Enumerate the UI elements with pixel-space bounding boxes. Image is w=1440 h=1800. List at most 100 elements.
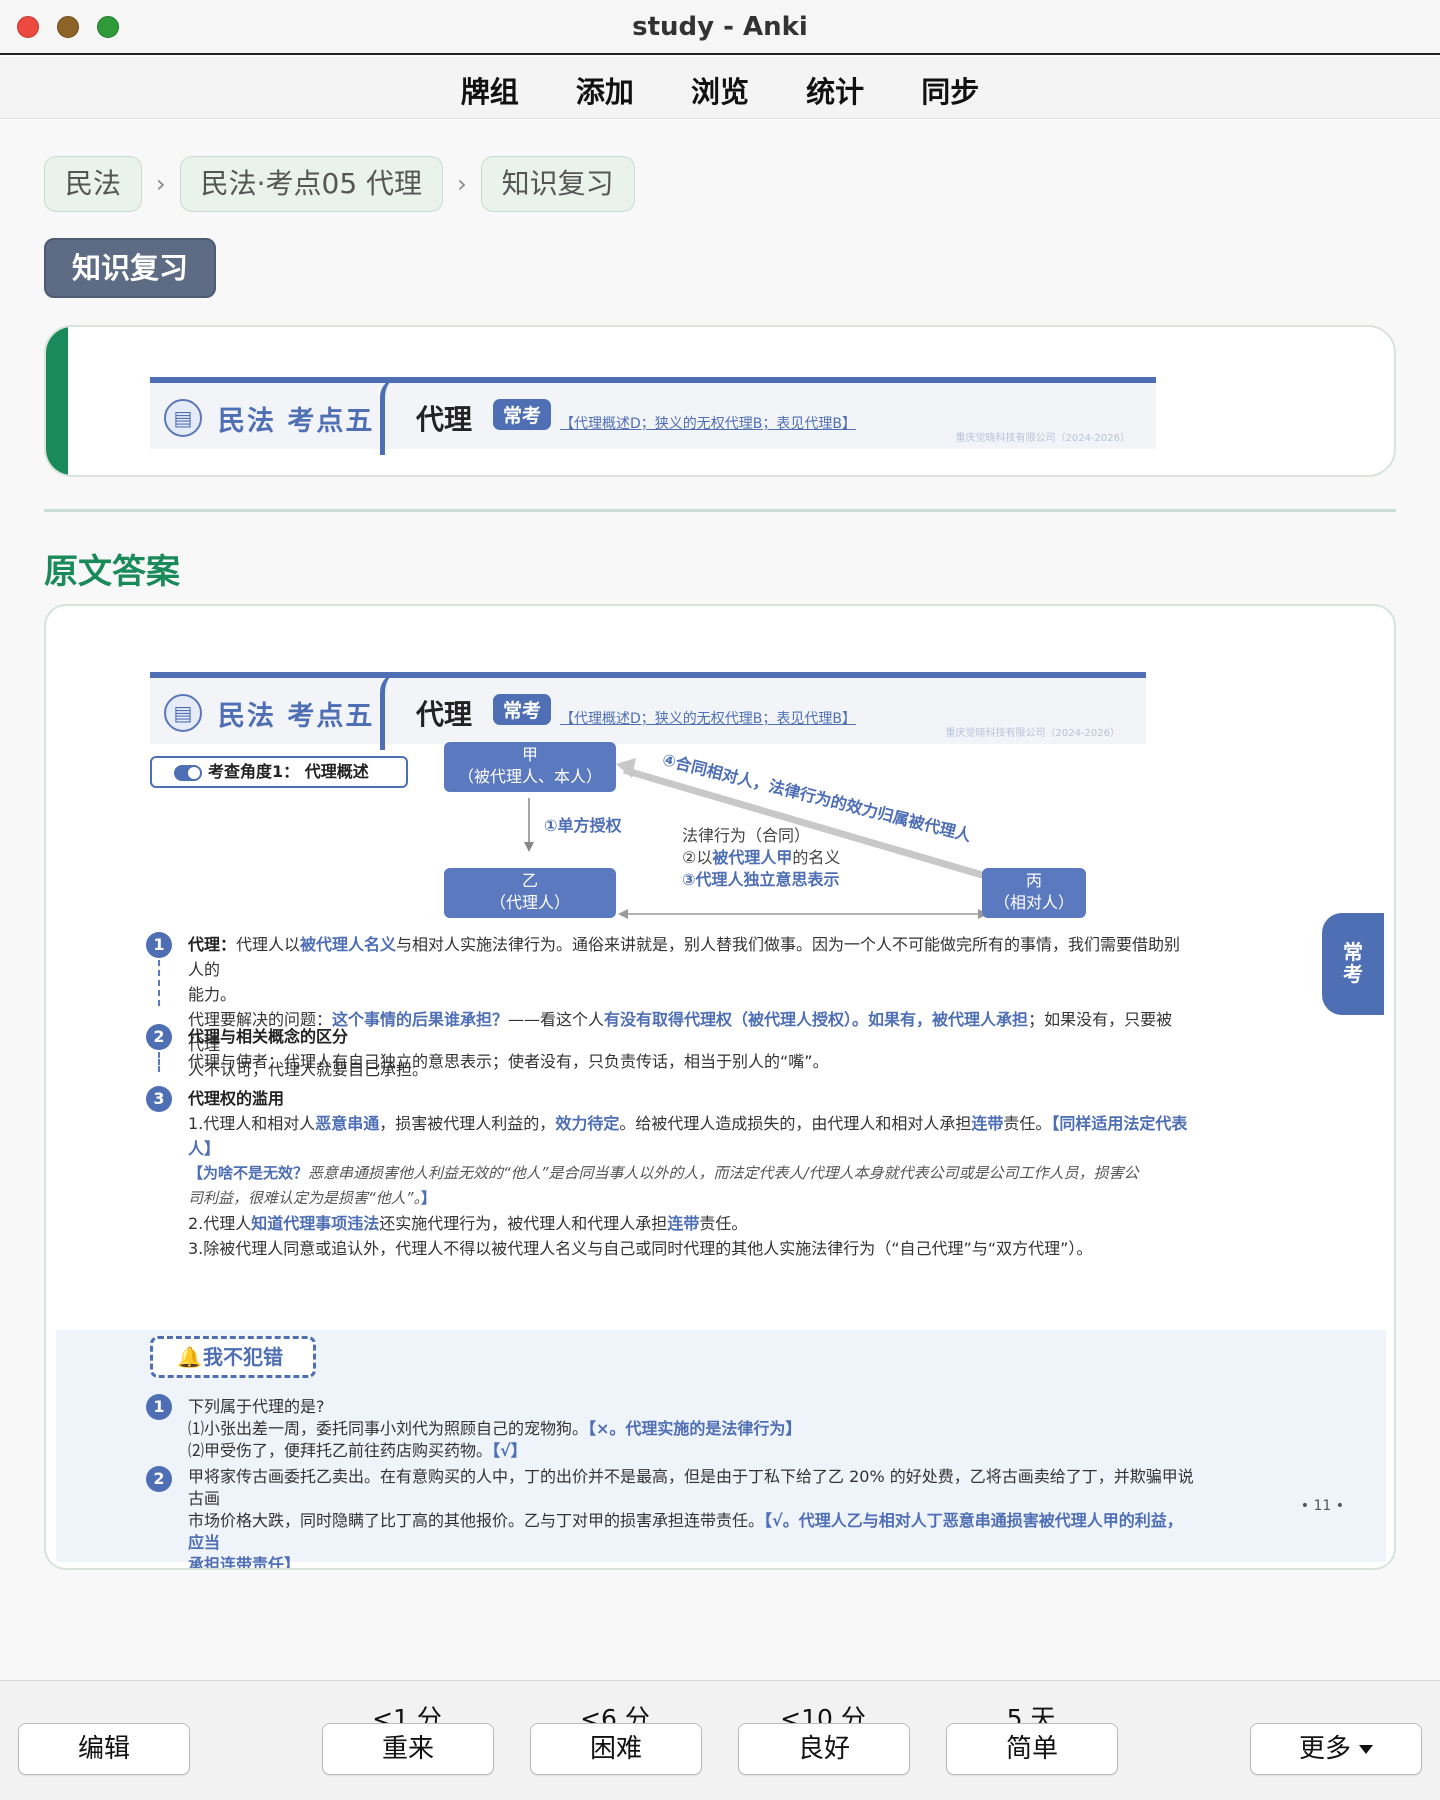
page-number: • 11 • bbox=[1300, 1498, 1344, 1514]
question-card: ▤ 民法 考点五 代理 常考 【代理概述D；狭义的无权代理B；表见代理B】 重庆… bbox=[44, 325, 1396, 477]
again-button[interactable]: 重来 bbox=[322, 1723, 494, 1775]
quiz-question-text: 下列属于代理的是? bbox=[188, 1397, 325, 1416]
node-principal-sub: （被代理人、本人） bbox=[457, 767, 602, 786]
text-run: 。给被代理人造成损失的，由代理人和相对人承担 bbox=[619, 1114, 972, 1133]
quiz-number: 2 bbox=[146, 1466, 172, 1492]
breadcrumb-item: 民法·考点05 代理 bbox=[179, 156, 444, 212]
point-connector bbox=[158, 1052, 160, 1072]
hard-button[interactable]: 困难 bbox=[530, 1723, 702, 1775]
quiz-question-1: 下列属于代理的是? ⑴小张出差一周，委托同事小刘代为照顾自己的宠物狗。【×。代理… bbox=[188, 1396, 1188, 1462]
act-name: ②以被代理人甲的名义 bbox=[682, 844, 840, 868]
toolbar-add[interactable]: 添加 bbox=[576, 69, 634, 111]
side-tab-char: 常 bbox=[1343, 940, 1363, 964]
main-toolbar: 牌组 添加 浏览 统计 同步 bbox=[0, 57, 1440, 119]
node-counterparty-sub: （相对人） bbox=[993, 893, 1074, 912]
point-1-term: 代理： bbox=[188, 935, 237, 954]
node-principal-title: 甲 bbox=[521, 745, 538, 764]
point-2-line: 代理与使者：代理人有自己独立的意思表示；使者没有，只负责传话，相当于别人的“嘴”… bbox=[188, 1052, 829, 1071]
banner-note: 【代理概述D；狭义的无权代理B；表见代理B】 bbox=[560, 416, 856, 432]
good-button[interactable]: 良好 bbox=[738, 1723, 910, 1775]
node-agent-title: 乙 bbox=[521, 871, 538, 890]
node-counterparty-title: 丙 bbox=[1025, 871, 1042, 890]
breadcrumb-item: 知识复习 bbox=[480, 156, 635, 212]
card-tag: 知识复习 bbox=[44, 238, 216, 298]
highlight: 被代理人名义 bbox=[300, 935, 397, 954]
node-agent-sub: （代理人） bbox=[489, 893, 570, 912]
toolbar-sync[interactable]: 同步 bbox=[921, 69, 979, 111]
card-view: 民法 › 民法·考点05 代理 › 知识复习 知识复习 ▤ 民法 考点五 代理 … bbox=[0, 120, 1440, 1680]
quiz-answer: 承担连带责任】 bbox=[188, 1555, 301, 1570]
text-run: 1.代理人和相对人 bbox=[188, 1114, 316, 1133]
answer-divider bbox=[44, 509, 1396, 512]
breadcrumb-separator: › bbox=[457, 170, 467, 198]
arrow-head bbox=[524, 842, 534, 852]
point-3-heading: 代理权的滥用 bbox=[188, 1089, 285, 1108]
book-icon: ▤ bbox=[164, 399, 202, 437]
highlight: 连带 bbox=[971, 1114, 1004, 1133]
point-number: 2 bbox=[146, 1024, 172, 1050]
step-authorize: ①单方授权 bbox=[544, 816, 622, 835]
section-title: 原文答案 bbox=[44, 552, 180, 592]
point-3-line: 1.代理人和相对人恶意串通，损害被代理人利益的，效力待定。给被代理人造成损失的，… bbox=[188, 1111, 1208, 1161]
answer-card: ▤ 民法 考点五 代理 常考 【代理概述D；狭义的无权代理B；表见代理B】 重庆… bbox=[44, 604, 1396, 1570]
breadcrumb-separator: › bbox=[156, 170, 166, 198]
window-title: study - Anki bbox=[632, 12, 808, 42]
title-bar: study - Anki bbox=[0, 0, 1440, 55]
easy-button[interactable]: 简单 bbox=[946, 1723, 1118, 1775]
point-2-heading: 代理与相关概念的区分 bbox=[188, 1027, 349, 1046]
italic-note: 司利益，很难认定为是损害“他人”。 bbox=[188, 1189, 422, 1207]
act-name-principal: 被代理人甲 bbox=[712, 848, 793, 867]
banner-divider bbox=[380, 377, 400, 455]
text-run: 还实施代理行为，被代理人和代理人承担 bbox=[379, 1214, 668, 1233]
topic-banner: ▤ 民法 考点五 代理 常考 【代理概述D；狭义的无权代理B；表见代理B】 重庆… bbox=[150, 377, 1156, 455]
toolbar-browse[interactable]: 浏览 bbox=[691, 69, 749, 111]
text-run: 市场价格大跌，同时隐瞒了比丁高的其他报价。乙与丁对甲的损害承担连带责任。 bbox=[188, 1511, 765, 1530]
point-3-title: 代理权的滥用 bbox=[188, 1086, 1208, 1111]
quiz-question-text: 承担连带责任】 bbox=[188, 1554, 1198, 1570]
act-name-suffix: 的名义 bbox=[792, 848, 841, 867]
node-principal: 甲 （被代理人、本人） bbox=[444, 742, 616, 792]
banner-copyright: 重庆觉晓科技有限公司（2024-2026） bbox=[955, 433, 1130, 444]
point-connector bbox=[158, 960, 160, 1006]
card-accent-bar bbox=[46, 327, 68, 475]
point-3-line: 2.代理人知道代理事项违法还实施代理行为，被代理人和代理人承担连带责任。 bbox=[188, 1211, 1208, 1236]
quiz-answer: 【×。代理实施的是法律行为】 bbox=[588, 1419, 802, 1438]
highlight: 恶意串通 bbox=[315, 1114, 380, 1133]
text-run: ⑵甲受伤了，便拜托乙前往药店购买药物。 bbox=[188, 1441, 493, 1460]
toolbar-stats[interactable]: 统计 bbox=[806, 69, 864, 111]
quiz-question-2: 甲将家传古画委托乙卖出。在有意购买的人中，丁的出价并不是最高，但是由于丁私下给了… bbox=[188, 1466, 1198, 1570]
quiz-question-text: 甲将家传古画委托乙卖出。在有意购买的人中，丁的出价并不是最高，但是由于丁私下给了… bbox=[188, 1467, 1194, 1508]
point-3-line: 3.除被代理人同意或追认外，代理人不得以被代理人名义与自己或同时代理的其他人实施… bbox=[188, 1239, 1093, 1258]
highlight: 】 bbox=[421, 1189, 437, 1207]
node-agent: 乙 （代理人） bbox=[444, 868, 616, 918]
point-3-text: 代理权的滥用 1.代理人和相对人恶意串通，损害被代理人利益的，效力待定。给被代理… bbox=[188, 1086, 1208, 1261]
more-button[interactable]: 更多 bbox=[1250, 1723, 1422, 1775]
arrow-head bbox=[618, 909, 628, 919]
quiz-option: ⑵甲受伤了，便拜托乙前往药店购买药物。【√】 bbox=[188, 1440, 1188, 1462]
quiz-title: 🔔 我不犯错 bbox=[150, 1336, 316, 1378]
quiz-number: 1 bbox=[146, 1394, 172, 1420]
point-number: 1 bbox=[146, 932, 172, 958]
point-3-line: 【为啥不是无效？恶意串通损害他人利益无效的“他人”是合同当事人以外的人，而法定代… bbox=[188, 1161, 1208, 1186]
more-button-label: 更多 bbox=[1298, 1734, 1351, 1764]
text-run: 责任。 bbox=[699, 1214, 748, 1233]
bell-icon: 🔔 bbox=[177, 1345, 202, 1369]
banner-badge: 常考 bbox=[493, 399, 552, 430]
side-tab-char: 考 bbox=[1343, 962, 1363, 986]
text-run: 代理人以 bbox=[236, 935, 301, 954]
breadcrumb-item: 民法 bbox=[44, 156, 143, 212]
edit-button[interactable]: 编辑 bbox=[18, 1723, 190, 1775]
act-intent: ③代理人独立意思表示 bbox=[682, 870, 840, 889]
text-run: 2.代理人 bbox=[188, 1214, 252, 1233]
act-title: 法律行为（合同） bbox=[682, 826, 811, 845]
italic-note: 恶意串通损害他人利益无效的“他人”是合同当事人以外的人，而法定代表人/代理人本身… bbox=[308, 1164, 1139, 1182]
highlight: 连带 bbox=[667, 1214, 700, 1233]
frequency-side-tab: 常 考 bbox=[1322, 913, 1384, 1015]
banner-topic: 代理 bbox=[416, 403, 473, 436]
highlight: 知道代理事项违法 bbox=[251, 1214, 380, 1233]
text-run: ⑴小张出差一周，委托同事小刘代为照顾自己的宠物狗。 bbox=[188, 1419, 589, 1438]
answer-bar: <1 分 <6 分 <10 分 5 天 编辑 重来 困难 良好 简单 更多 bbox=[0, 1680, 1440, 1800]
highlight: 【为啥不是无效？ bbox=[188, 1164, 309, 1182]
toolbar-decks[interactable]: 牌组 bbox=[461, 69, 519, 111]
quiz-question-text: 市场价格大跌，同时隐瞒了比丁高的其他报价。乙与丁对甲的损害承担连带责任。【√。代… bbox=[188, 1510, 1198, 1554]
